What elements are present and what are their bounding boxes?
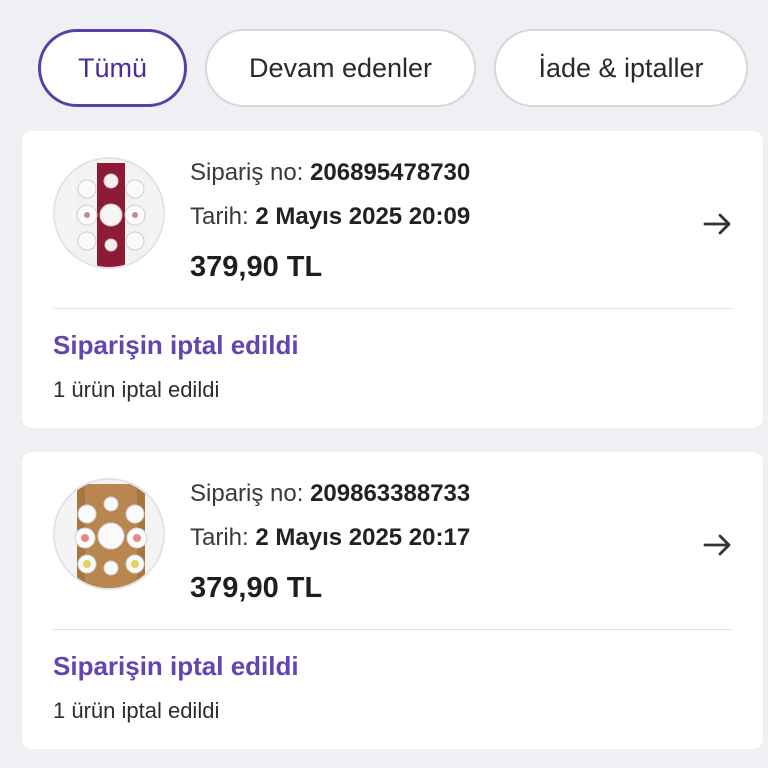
order-date: Tarih: 2 Mayıs 2025 20:17 [190,526,470,550]
order-date-label: Tarih: [190,203,249,230]
order-status: Siparişin iptal edildi [53,651,299,681]
arrow-right-icon[interactable] [701,528,735,562]
plates-wood-board-icon [55,480,163,588]
order-number-value: 209863388733 [310,480,471,507]
tab-returns-cancellations[interactable]: İade & iptaller [494,29,748,107]
order-number-value: 206895478730 [310,159,471,186]
order-number: Sipariş no: 206895478730 [190,161,470,185]
order-number-label: Sipariş no: [190,480,304,507]
order-status: Siparişin iptal edildi [53,330,299,360]
divider [53,629,732,630]
arrow-right-icon[interactable] [701,207,735,241]
plates-red-board-icon [55,159,163,267]
order-status-detail: 1 ürün iptal edildi [53,698,220,723]
order-card[interactable]: Sipariş no: 206895478730 Tarih: 2 Mayıs … [22,131,763,428]
order-card[interactable]: Sipariş no: 209863388733 Tarih: 2 Mayıs … [22,452,763,749]
order-date-value: 2 Mayıs 2025 20:17 [255,524,471,551]
order-info: Sipariş no: 206895478730 Tarih: 2 Mayıs … [190,157,470,284]
order-date-value: 2 Mayıs 2025 20:09 [255,203,471,230]
order-number-label: Sipariş no: [190,159,304,186]
order-number: Sipariş no: 209863388733 [190,482,470,506]
order-filter-tabs: Tümü Devam edenler İade & iptaller [38,29,748,107]
divider [53,308,732,309]
order-info: Sipariş no: 209863388733 Tarih: 2 Mayıs … [190,478,470,605]
product-thumbnail [53,157,165,269]
order-price: 379,90 TL [190,251,323,283]
tab-all[interactable]: Tümü [38,29,187,107]
tab-ongoing[interactable]: Devam edenler [205,29,476,107]
order-date: Tarih: 2 Mayıs 2025 20:09 [190,205,470,229]
order-price: 379,90 TL [190,572,323,604]
product-thumbnail [53,478,165,590]
order-date-label: Tarih: [190,524,249,551]
order-status-detail: 1 ürün iptal edildi [53,377,220,402]
